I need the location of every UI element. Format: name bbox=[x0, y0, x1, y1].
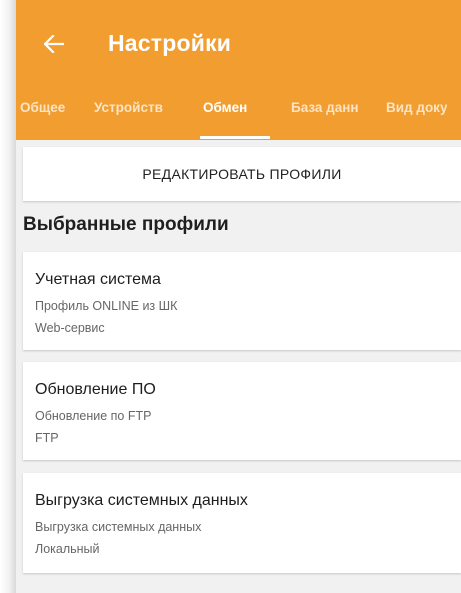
profile-detail: Web-сервис bbox=[35, 321, 105, 335]
tab-devices[interactable]: Устройств bbox=[94, 100, 163, 115]
profile-title: Выгрузка системных данных bbox=[35, 492, 248, 509]
app-bar: Настройки Общее Устройств Обмен База дан… bbox=[16, 0, 461, 140]
arrow-left-icon bbox=[44, 35, 64, 53]
tab-bar: Общее Устройств Обмен База данн Вид доку bbox=[16, 90, 461, 140]
profile-detail: FTP bbox=[35, 431, 59, 445]
profile-title: Обновление ПО bbox=[35, 381, 156, 398]
device-edge-shadow bbox=[0, 0, 16, 593]
back-button[interactable] bbox=[36, 26, 72, 62]
tab-database[interactable]: База данн bbox=[291, 100, 359, 115]
tab-exchange[interactable]: Обмен bbox=[203, 100, 247, 115]
page-title: Настройки bbox=[108, 30, 232, 56]
profile-card-system-data-export[interactable]: Выгрузка системных данных Выгрузка систе… bbox=[23, 473, 461, 573]
tab-general[interactable]: Общее bbox=[20, 100, 65, 115]
active-tab-indicator bbox=[200, 136, 270, 139]
profile-card-software-update[interactable]: Обновление ПО Обновление по FTP FTP bbox=[23, 362, 461, 460]
profile-title: Учетная система bbox=[35, 271, 161, 288]
screenshot-frame: Настройки Общее Устройств Обмен База дан… bbox=[0, 0, 461, 593]
settings-screen: Настройки Общее Устройств Обмен База дан… bbox=[16, 0, 461, 593]
tab-document-view[interactable]: Вид доку bbox=[386, 100, 447, 115]
selected-profiles-heading: Выбранные профили bbox=[23, 214, 229, 235]
profile-detail: Локальный bbox=[35, 542, 100, 556]
profile-subtitle: Профиль ONLINE из ШК bbox=[35, 299, 178, 313]
edit-profiles-button[interactable]: РЕДАКТИРОВАТЬ ПРОФИЛИ bbox=[23, 147, 461, 201]
profile-subtitle: Обновление по FTP bbox=[35, 409, 152, 423]
profile-subtitle: Выгрузка системных данных bbox=[35, 520, 202, 534]
profile-card-accounting-system[interactable]: Учетная система Профиль ONLINE из ШК Web… bbox=[23, 252, 461, 350]
edit-profiles-label: РЕДАКТИРОВАТЬ ПРОФИЛИ bbox=[142, 166, 342, 182]
